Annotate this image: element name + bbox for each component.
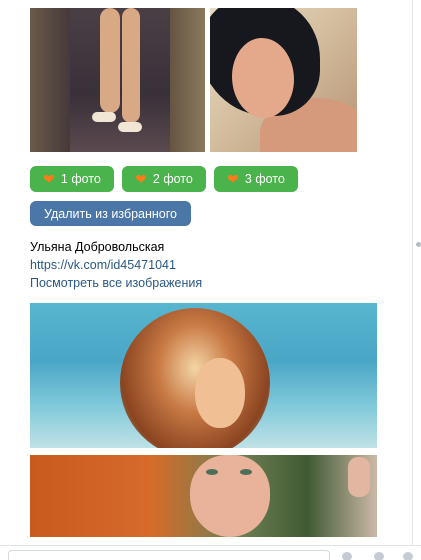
photo-chip-2[interactable]: ❤ 2 фото [122, 166, 206, 192]
user-profile-link[interactable]: https://vk.com/id45471041 [30, 258, 176, 272]
photo-shoe-right [118, 122, 142, 132]
photo-face-shape [190, 455, 270, 537]
photo-leg-left [100, 8, 120, 113]
heart-icon: ❤ [135, 171, 147, 187]
photo-chip-label: 3 фото [244, 172, 285, 186]
photo-hand-shape [348, 457, 370, 497]
attach-icon[interactable] [374, 552, 384, 560]
right-divider [412, 0, 413, 545]
photo-redhead-beach[interactable] [30, 303, 377, 448]
page: ❤ 1 фото ❤ 2 фото ❤ 3 фото Удалить из из… [0, 0, 421, 560]
photo-hair-shape [120, 308, 270, 448]
photo-chip-1[interactable]: ❤ 1 фото [30, 166, 114, 192]
photo-chip-label: 2 фото [152, 172, 193, 186]
scroll-indicator-dot[interactable] [416, 242, 421, 247]
photo-eye-right [240, 469, 252, 475]
user-name: Ульяна Добровольская [30, 240, 165, 254]
photo-dark-haired-woman[interactable] [210, 8, 357, 152]
message-input[interactable] [8, 550, 330, 560]
photo-legs-on-road[interactable] [30, 8, 205, 152]
emoji-icon[interactable] [342, 552, 352, 560]
heart-icon: ❤ [227, 171, 239, 187]
photo-leg-right [122, 8, 140, 123]
photo-eye-left [206, 469, 218, 475]
remove-from-favorites-button[interactable]: Удалить из избранного [30, 201, 191, 226]
photo-redhead-closeup[interactable] [30, 455, 377, 537]
send-icon[interactable] [403, 552, 413, 560]
heart-icon: ❤ [43, 171, 55, 187]
photo-face-shape [195, 358, 245, 428]
photo-face-shape [232, 38, 294, 118]
photo-chip-label: 1 фото [60, 172, 101, 186]
bottom-message-bar [0, 545, 421, 560]
photo-shoe-left [92, 112, 116, 122]
view-all-images-link[interactable]: Посмотреть все изображения [30, 276, 202, 290]
photo-chip-3[interactable]: ❤ 3 фото [214, 166, 298, 192]
